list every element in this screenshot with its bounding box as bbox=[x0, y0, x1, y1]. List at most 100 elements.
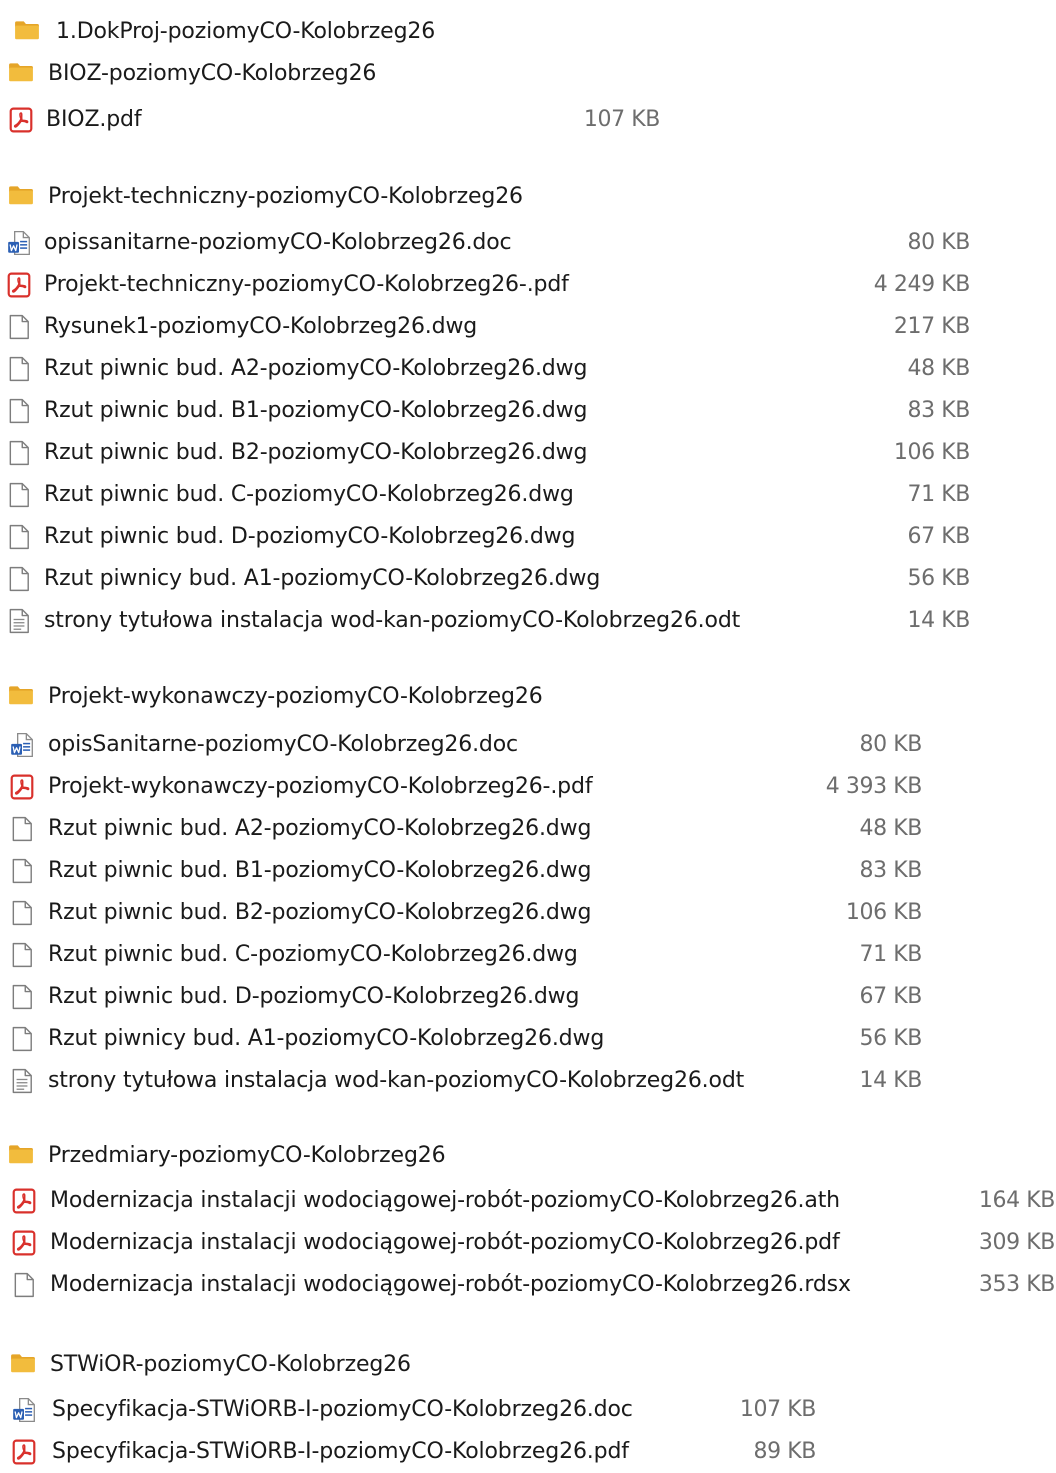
file-row[interactable]: Modernizacja instalacji wodociągowej-rob… bbox=[0, 1180, 1056, 1222]
file-name: Rzut piwnic bud. C-poziomyCO-Kolobrzeg26… bbox=[44, 482, 574, 507]
file-size: 56 KB bbox=[907, 566, 970, 591]
folder-row-bioz-poziomyco-kolobrzeg26[interactable]: BIOZ-poziomyCO-Kolobrzeg26 bbox=[0, 53, 1056, 95]
blank-file-icon bbox=[10, 816, 34, 842]
file-name: Rzut piwnic bud. B1-poziomyCO-Kolobrzeg2… bbox=[44, 398, 588, 423]
file-row[interactable]: Rzut piwnic bud. B2-poziomyCO-Kolobrzeg2… bbox=[0, 892, 1056, 934]
file-row[interactable]: strony tytułowa instalacja wod-kan-pozio… bbox=[0, 1060, 1056, 1102]
file-row[interactable]: Rzut piwnic bud. B1-poziomyCO-Kolobrzeg2… bbox=[0, 390, 1056, 432]
blank-file-icon bbox=[7, 314, 31, 340]
file-name: Rzut piwnic bud. A2-poziomyCO-Kolobrzeg2… bbox=[48, 816, 592, 841]
blank-file-icon bbox=[10, 1026, 34, 1052]
file-row[interactable]: Specyfikacja-STWiORB-I-poziomyCO-Kolobrz… bbox=[0, 1431, 1056, 1473]
file-size: 164 KB bbox=[978, 1188, 1056, 1213]
blank-file-icon bbox=[10, 942, 34, 968]
file-name: Specyfikacja-STWiORB-I-poziomyCO-Kolobrz… bbox=[52, 1439, 629, 1464]
blank-file-icon bbox=[12, 1272, 36, 1298]
pdf-icon bbox=[10, 774, 34, 800]
file-size: 83 KB bbox=[859, 858, 922, 883]
file-row[interactable]: Rzut piwnic bud. D-poziomyCO-Kolobrzeg26… bbox=[0, 516, 1056, 558]
file-size: 106 KB bbox=[845, 900, 923, 925]
blank-file-icon bbox=[7, 566, 31, 592]
file-name: Rzut piwnic bud. C-poziomyCO-Kolobrzeg26… bbox=[48, 942, 578, 967]
file-size: 217 KB bbox=[893, 314, 971, 339]
file-row[interactable]: opisSanitarne-poziomyCO-Kolobrzeg26.doc 8… bbox=[0, 724, 1056, 766]
blank-file-icon bbox=[7, 482, 31, 508]
folder-icon bbox=[10, 1352, 36, 1378]
file-name: strony tytułowa instalacja wod-kan-pozio… bbox=[48, 1068, 745, 1093]
blank-file-icon bbox=[10, 984, 34, 1010]
file-row[interactable]: Rzut piwnicy bud. A1-poziomyCO-Kolobrzeg… bbox=[0, 558, 1056, 600]
file-name: Rzut piwnic bud. B1-poziomyCO-Kolobrzeg2… bbox=[48, 858, 592, 883]
file-row[interactable]: BIOZ.pdf 107 KB bbox=[0, 99, 1056, 141]
folder-name: Projekt-wykonawczy-poziomyCO-Kolobrzeg26 bbox=[48, 684, 543, 709]
folder-name: BIOZ-poziomyCO-Kolobrzeg26 bbox=[48, 61, 377, 86]
pdf-icon bbox=[12, 1188, 36, 1214]
pdf-icon bbox=[12, 1230, 36, 1256]
file-name: Rzut piwnic bud. D-poziomyCO-Kolobrzeg26… bbox=[48, 984, 580, 1009]
folder-icon bbox=[14, 19, 40, 45]
blank-file-icon bbox=[7, 524, 31, 550]
file-name: Modernizacja instalacji wodociągowej-rob… bbox=[50, 1230, 840, 1255]
file-size: 80 KB bbox=[907, 230, 970, 255]
file-size: 4 249 KB bbox=[873, 272, 971, 297]
file-listing: 1.DokProj-poziomyCO-Kolobrzeg26 BIOZ-pozi… bbox=[0, 0, 1056, 1465]
file-name: Modernizacja instalacji wodociągowej-rob… bbox=[50, 1272, 851, 1297]
file-row[interactable]: Rzut piwnic bud. B2-poziomyCO-Kolobrzeg2… bbox=[0, 432, 1056, 474]
folder-row-stwior-poziomyco-kolobrzeg26[interactable]: STWiOR-poziomyCO-Kolobrzeg26 bbox=[0, 1344, 1056, 1386]
file-row[interactable]: Rzut piwnic bud. D-poziomyCO-Kolobrzeg26… bbox=[0, 976, 1056, 1018]
text-document-icon bbox=[10, 1068, 34, 1094]
folder-row-1-dokproj-poziomyco-kolobrzeg26[interactable]: 1.DokProj-poziomyCO-Kolobrzeg26 bbox=[0, 11, 1056, 53]
blank-file-icon bbox=[7, 356, 31, 382]
file-name: Rzut piwnic bud. D-poziomyCO-Kolobrzeg26… bbox=[44, 524, 576, 549]
blank-file-icon bbox=[10, 900, 34, 926]
pdf-icon bbox=[9, 107, 33, 133]
file-size: 353 KB bbox=[978, 1272, 1056, 1297]
file-row[interactable]: opissanitarne-poziomyCO-Kolobrzeg26.doc 8… bbox=[0, 222, 1056, 264]
file-row[interactable]: strony tytułowa instalacja wod-kan-pozio… bbox=[0, 600, 1056, 642]
file-name: strony tytułowa instalacja wod-kan-pozio… bbox=[44, 608, 741, 633]
file-name: Projekt-techniczny-poziomyCO-Kolobrzeg26… bbox=[44, 272, 569, 297]
word-doc-icon bbox=[10, 732, 34, 758]
file-row[interactable]: Rzut piwnic bud. A2-poziomyCO-Kolobrzeg2… bbox=[0, 348, 1056, 390]
file-name: Rysunek1-poziomyCO-Kolobrzeg26.dwg bbox=[44, 314, 478, 339]
pdf-icon bbox=[12, 1439, 36, 1465]
file-row[interactable]: Rzut piwnic bud. B1-poziomyCO-Kolobrzeg2… bbox=[0, 850, 1056, 892]
file-size: 14 KB bbox=[859, 1068, 922, 1093]
blank-file-icon bbox=[7, 398, 31, 424]
file-row[interactable]: Rzut piwnic bud. C-poziomyCO-Kolobrzeg26… bbox=[0, 934, 1056, 976]
folder-row-przedmiary-poziomyco-kolobrzeg26[interactable]: Przedmiary-poziomyCO-Kolobrzeg26 bbox=[0, 1135, 1056, 1177]
folder-icon bbox=[8, 1143, 34, 1169]
file-row[interactable]: Rzut piwnic bud. A2-poziomyCO-Kolobrzeg2… bbox=[0, 808, 1056, 850]
file-row[interactable]: Modernizacja instalacji wodociągowej-rob… bbox=[0, 1264, 1056, 1306]
file-size: 48 KB bbox=[907, 356, 970, 381]
file-name: Modernizacja instalacji wodociągowej-rob… bbox=[50, 1188, 840, 1213]
file-row[interactable]: Specyfikacja-STWiORB-I-poziomyCO-Kolobrz… bbox=[0, 1389, 1056, 1431]
file-name: Rzut piwnicy bud. A1-poziomyCO-Kolobrzeg… bbox=[48, 1026, 605, 1051]
file-size: 67 KB bbox=[859, 984, 922, 1009]
file-row[interactable]: Rysunek1-poziomyCO-Kolobrzeg26.dwg 217 KB bbox=[0, 306, 1056, 348]
file-name: Rzut piwnic bud. B2-poziomyCO-Kolobrzeg2… bbox=[44, 440, 588, 465]
file-name: BIOZ.pdf bbox=[46, 107, 142, 132]
folder-row-projekt-techniczny-poziomyco-kolobrzeg26[interactable]: Projekt-techniczny-poziomyCO-Kolobrzeg26 bbox=[0, 176, 1056, 218]
folder-name: Przedmiary-poziomyCO-Kolobrzeg26 bbox=[48, 1143, 446, 1168]
file-name: Rzut piwnic bud. A2-poziomyCO-Kolobrzeg2… bbox=[44, 356, 588, 381]
file-size: 4 393 KB bbox=[825, 774, 923, 799]
word-doc-icon bbox=[7, 230, 31, 256]
folder-row-projekt-wykonawczy-poziomyco-kolobrzeg26[interactable]: Projekt-wykonawczy-poziomyCO-Kolobrzeg26 bbox=[0, 676, 1056, 718]
file-size: 89 KB bbox=[753, 1439, 816, 1464]
file-size: 106 KB bbox=[893, 440, 971, 465]
file-size: 67 KB bbox=[907, 524, 970, 549]
file-row[interactable]: Rzut piwnic bud. C-poziomyCO-Kolobrzeg26… bbox=[0, 474, 1056, 516]
file-row[interactable]: Rzut piwnicy bud. A1-poziomyCO-Kolobrzeg… bbox=[0, 1018, 1056, 1060]
pdf-icon bbox=[7, 272, 31, 298]
file-size: 107 KB bbox=[583, 107, 661, 132]
file-row[interactable]: Projekt-techniczny-poziomyCO-Kolobrzeg26… bbox=[0, 264, 1056, 306]
file-row[interactable]: Modernizacja instalacji wodociągowej-rob… bbox=[0, 1222, 1056, 1264]
file-name: Specyfikacja-STWiORB-I-poziomyCO-Kolobrz… bbox=[52, 1397, 633, 1422]
file-row[interactable]: Projekt-wykonawczy-poziomyCO-Kolobrzeg26… bbox=[0, 766, 1056, 808]
file-size: 71 KB bbox=[859, 942, 922, 967]
text-document-icon bbox=[7, 608, 31, 634]
folder-icon bbox=[8, 184, 34, 210]
file-size: 107 KB bbox=[739, 1397, 817, 1422]
file-size: 80 KB bbox=[859, 732, 922, 757]
